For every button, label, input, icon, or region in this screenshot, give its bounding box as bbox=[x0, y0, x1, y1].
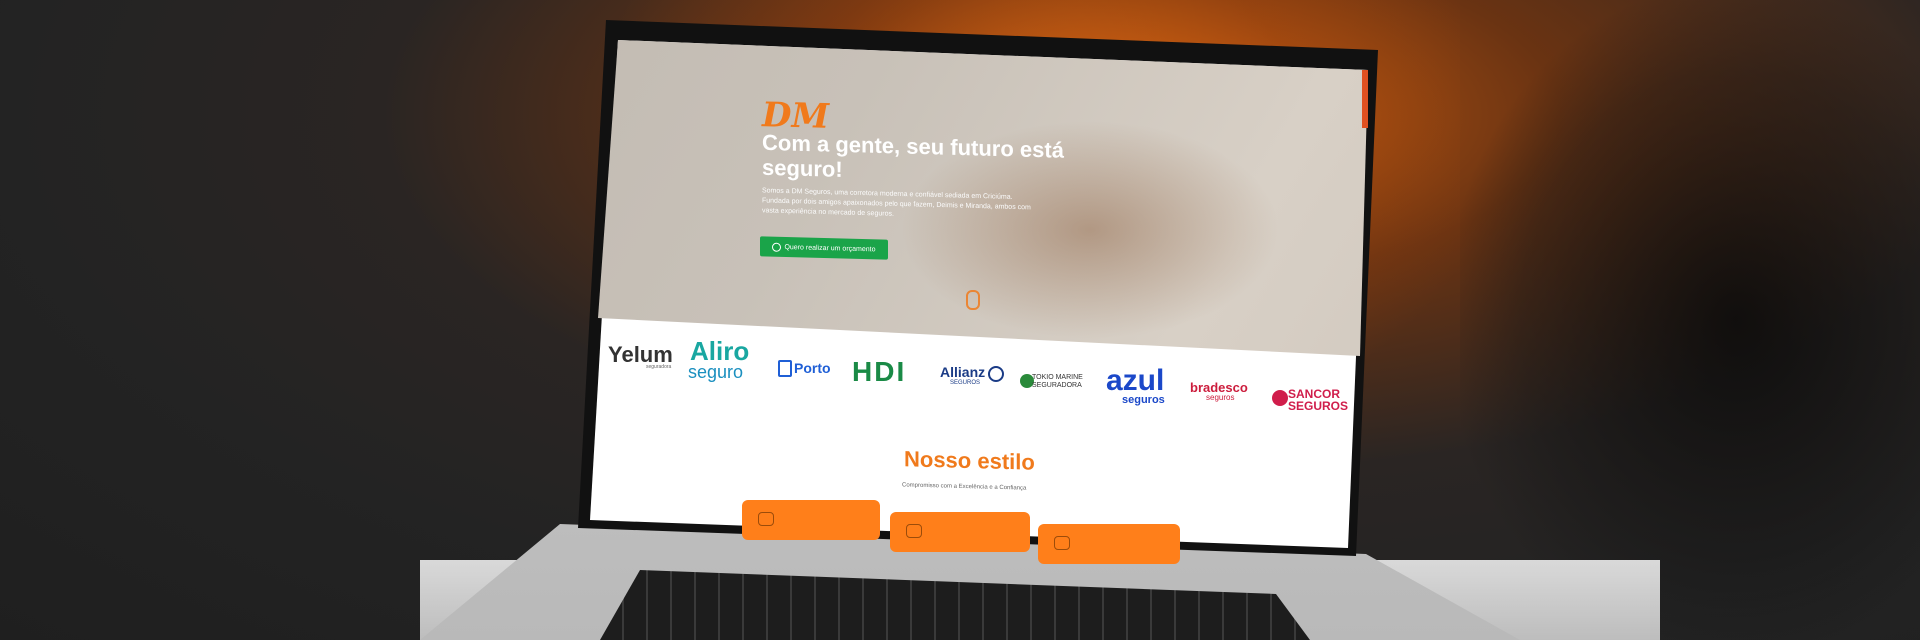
allianz-icon bbox=[988, 366, 1004, 382]
feature-card[interactable] bbox=[890, 512, 1030, 552]
partner-azul: azul bbox=[1106, 364, 1165, 397]
partner-allianz: Allianz bbox=[940, 364, 986, 380]
tokio-line1: TOKIO MARINE bbox=[1032, 374, 1083, 381]
porto-icon bbox=[778, 360, 792, 377]
partner-bradesco-sub: seguros bbox=[1206, 393, 1235, 402]
partner-azul-sub: seguros bbox=[1122, 394, 1165, 406]
partner-allianz-sub: SEGUROS bbox=[950, 380, 981, 386]
feature-icon bbox=[758, 512, 774, 526]
feature-icon bbox=[1054, 536, 1070, 550]
partner-porto: Porto bbox=[794, 360, 831, 376]
partner-aliro-sub: seguro bbox=[688, 362, 744, 382]
sancor-icon bbox=[1272, 390, 1288, 406]
section-title: Nosso estilo bbox=[904, 446, 1035, 475]
tokio-line2: SEGURADORA bbox=[1032, 382, 1082, 389]
feature-card[interactable] bbox=[1038, 524, 1180, 564]
feature-card[interactable] bbox=[742, 500, 880, 540]
sancor-line2: SEGUROS bbox=[1288, 399, 1349, 413]
partner-hdi: HDI bbox=[852, 356, 907, 387]
partner-sancor: SANCOR SEGUROS bbox=[1288, 388, 1348, 412]
feature-icon bbox=[906, 524, 922, 538]
partner-yelum-sub: seguradora bbox=[646, 364, 672, 370]
partner-tokio-marine: TOKIO MARINE SEGURADORA bbox=[1032, 374, 1083, 390]
